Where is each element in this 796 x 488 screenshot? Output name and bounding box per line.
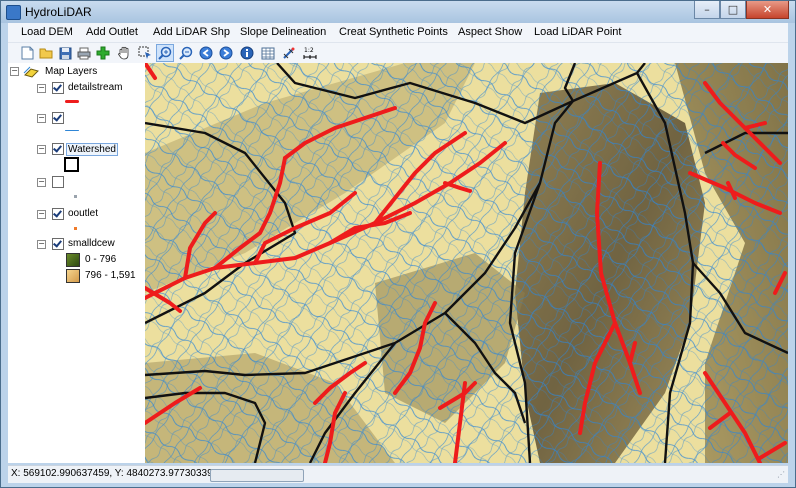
menu-load-lidar-point[interactable]: Load LiDAR Point: [534, 26, 621, 38]
layer-name[interactable]: Watershed: [66, 143, 118, 156]
point-symbol: [74, 227, 77, 230]
expander-layer[interactable]: −: [37, 240, 46, 249]
back-extent-icon[interactable]: [198, 45, 214, 61]
zoom-out-icon[interactable]: [178, 45, 194, 61]
map-canvas[interactable]: [145, 63, 788, 463]
map-layers-icon: [23, 66, 39, 78]
map-layers-root[interactable]: Map Layers: [45, 66, 97, 77]
menu-creat-synthetic-points[interactable]: Creat Synthetic Points: [339, 26, 448, 38]
layers-panel: − Map Layers − detailstream − − Watershe…: [8, 63, 145, 463]
minimize-button[interactable]: –: [694, 1, 720, 19]
expander-layer[interactable]: −: [37, 84, 46, 93]
coordinate-readout: X: 569102.990637459, Y: 4840273.97730339: [11, 468, 213, 479]
zoom-in-icon[interactable]: [156, 44, 174, 62]
svg-text:1:2: 1:2: [304, 47, 314, 54]
expander-layer[interactable]: −: [37, 178, 46, 187]
line-symbol: [65, 130, 79, 131]
raster-class-swatch: [66, 253, 80, 267]
app-icon: [6, 5, 21, 20]
menu-aspect-show[interactable]: Aspect Show: [458, 26, 522, 38]
expander-layer[interactable]: −: [37, 114, 46, 123]
identify-icon[interactable]: [239, 45, 255, 61]
open-folder-icon[interactable]: [38, 45, 54, 61]
map-view[interactable]: [145, 63, 788, 463]
menu-add-lidar-shp[interactable]: Add LiDAR Shp: [153, 26, 230, 38]
maximize-button[interactable]: □: [720, 1, 746, 19]
forward-extent-icon[interactable]: [218, 45, 234, 61]
add-data-icon[interactable]: [95, 45, 111, 61]
layer-checkbox[interactable]: [52, 238, 64, 250]
line-symbol: [65, 100, 79, 103]
menu-slope-delineation[interactable]: Slope Delineation: [240, 26, 326, 38]
layer-checkbox[interactable]: [52, 208, 64, 220]
measure-icon[interactable]: [281, 45, 297, 61]
select-features-icon[interactable]: [137, 45, 153, 61]
print-icon[interactable]: [76, 45, 92, 61]
menu-add-outlet[interactable]: Add Outlet: [86, 26, 138, 38]
new-document-icon[interactable]: [19, 45, 35, 61]
attribute-table-icon[interactable]: [260, 45, 276, 61]
layer-checkbox[interactable]: [52, 82, 64, 94]
toolbar: 1:2: [8, 43, 788, 63]
raster-class-label: 796 - 1,591: [85, 270, 136, 281]
expander-layer[interactable]: −: [37, 145, 46, 154]
resize-grip-icon[interactable]: ⋰: [777, 471, 786, 480]
polygon-symbol: [64, 157, 79, 172]
expander-root[interactable]: −: [10, 67, 19, 76]
layer-checkbox[interactable]: [52, 112, 64, 124]
title-bar[interactable]: HydroLiDAR – □ ✕: [1, 1, 795, 23]
status-bar: X: 569102.990637459, Y: 4840273.97730339…: [8, 465, 788, 483]
pan-hand-icon[interactable]: [116, 45, 132, 61]
point-symbol: [74, 195, 77, 198]
menu-load-dem[interactable]: Load DEM: [21, 26, 73, 38]
layer-name[interactable]: ooutlet: [68, 208, 98, 219]
close-button[interactable]: ✕: [746, 1, 789, 19]
layer-checkbox[interactable]: [52, 176, 64, 188]
scale-icon[interactable]: 1:2: [302, 45, 318, 61]
layer-name[interactable]: detailstream: [68, 82, 122, 93]
save-icon[interactable]: [57, 45, 73, 61]
progress-bar: [210, 469, 304, 482]
expander-layer[interactable]: −: [37, 210, 46, 219]
layer-checkbox[interactable]: [52, 143, 64, 155]
raster-class-label: 0 - 796: [85, 254, 117, 265]
layer-name[interactable]: smalldcew: [68, 238, 115, 249]
raster-class-swatch: [66, 269, 80, 283]
app-window: HydroLiDAR – □ ✕ Load DEM Add Outlet Add…: [0, 0, 796, 488]
menu-bar: Load DEM Add Outlet Add LiDAR Shp Slope …: [8, 23, 788, 43]
window-title: HydroLiDAR: [25, 5, 92, 19]
